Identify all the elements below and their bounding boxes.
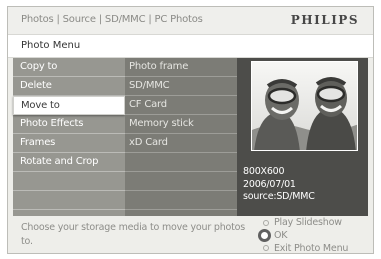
ok-button-icon: [258, 229, 271, 242]
destination-label: xD Card: [129, 137, 168, 148]
destination-photo-frame[interactable]: Photo frame: [125, 58, 237, 77]
top-bar: Photos | Source | SD/MMC | PC Photos PHI…: [8, 7, 373, 34]
menu-header: Photo Menu: [8, 34, 373, 58]
brand-logo: PHILIPS: [290, 13, 359, 27]
menu-button-icon: [263, 245, 269, 251]
ok-label: OK: [274, 230, 288, 241]
menu-item-label: Rotate and Crop: [20, 156, 99, 167]
menu-item-frames[interactable]: Frames: [13, 134, 125, 153]
menu-item-label: Copy to: [20, 61, 58, 72]
photo-info: 800X600 2006/07/01 source:SD/MMC: [243, 166, 315, 204]
exit-photo-menu-label: Exit Photo Menu: [274, 243, 349, 254]
photo-resolution: 800X600: [243, 166, 285, 177]
destination-list: Photo frame SD/MMC CF Card Memory stick …: [125, 58, 237, 216]
destination-memory-stick[interactable]: Memory stick: [125, 115, 237, 134]
menu-item-photo-effects[interactable]: Photo Effects: [13, 115, 125, 134]
play-slideshow-label: Play Slideshow: [274, 217, 342, 228]
menu-item-empty: [13, 172, 125, 191]
menu-item-move-to[interactable]: Move to: [13, 96, 125, 115]
menu-item-rotate-and-crop[interactable]: Rotate and Crop: [13, 153, 125, 172]
photo-source: source:SD/MMC: [243, 191, 315, 202]
menu-item-copy-to[interactable]: Copy to: [13, 58, 125, 77]
menu-item-label: Photo Effects: [20, 118, 84, 129]
breadcrumb: Photos | Source | SD/MMC | PC Photos: [21, 14, 203, 25]
play-button-icon: [263, 220, 269, 226]
destination-label: Memory stick: [129, 118, 194, 129]
button-legend: Play Slideshow OK Exit Photo Menu: [256, 217, 372, 254]
destination-label: Photo frame: [129, 61, 189, 72]
photo-menu-list: Copy to Delete Move to Photo Effects Fra…: [13, 58, 125, 216]
destination-label: CF Card: [129, 99, 167, 110]
menu-item-label: Frames: [20, 137, 56, 148]
menu-content: Copy to Delete Move to Photo Effects Fra…: [13, 58, 368, 216]
menu-item-label: Delete: [20, 80, 52, 91]
photo-date: 2006/07/01: [243, 178, 296, 190]
destination-empty: [125, 191, 237, 210]
photo-image: [252, 62, 357, 150]
menu-item-delete[interactable]: Delete: [13, 77, 125, 96]
destination-empty: [125, 153, 237, 172]
preview-panel: 800X600 2006/07/01 source:SD/MMC: [237, 58, 368, 216]
destination-label: SD/MMC: [129, 80, 170, 91]
destination-empty: [125, 172, 237, 191]
screen: Photos | Source | SD/MMC | PC Photos PHI…: [7, 6, 374, 254]
destination-cf-card[interactable]: CF Card: [125, 96, 237, 115]
menu-item-empty: [13, 191, 125, 210]
menu-item-label: Move to: [21, 100, 60, 111]
help-text: Choose your storage media to move your p…: [21, 222, 246, 247]
destination-xd-card[interactable]: xD Card: [125, 134, 237, 153]
photo-frame-display: Photos | Source | SD/MMC | PC Photos PHI…: [0, 0, 381, 259]
destination-sd-mmc[interactable]: SD/MMC: [125, 77, 237, 96]
photo-thumbnail: [251, 61, 358, 151]
menu-title: Photo Menu: [21, 40, 81, 51]
